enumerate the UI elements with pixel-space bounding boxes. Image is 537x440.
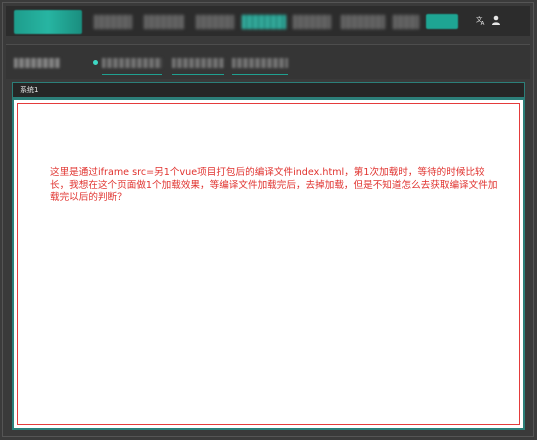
nav-item-4-active[interactable] — [242, 15, 286, 29]
top-nav: 文A — [6, 6, 530, 36]
iframe-container: 这里是通过iframe src=另1个vue项目打包后的编译文件index.ht… — [12, 98, 525, 430]
nav-item-3[interactable] — [196, 15, 234, 29]
system-tab-bar: 系统1 — [12, 82, 525, 98]
page-title — [14, 58, 60, 68]
app-logo — [14, 10, 82, 34]
nav-highlight-button[interactable] — [426, 14, 458, 29]
tab-3[interactable] — [232, 56, 288, 75]
annotation-message: 这里是通过iframe src=另1个vue项目打包后的编译文件index.ht… — [50, 167, 498, 203]
tab-2[interactable] — [172, 56, 224, 75]
nav-item-1[interactable] — [94, 15, 132, 29]
nav-item-6[interactable] — [341, 15, 385, 29]
nav-item-7[interactable] — [393, 15, 419, 29]
translate-icon[interactable]: 文A — [476, 14, 487, 30]
active-tab-dot-icon — [93, 60, 98, 65]
nav-item-2[interactable] — [144, 15, 184, 29]
svg-text:A: A — [481, 21, 485, 26]
nav-item-5[interactable] — [293, 15, 331, 29]
system-tab-label[interactable]: 系统1 — [20, 85, 38, 95]
user-icon[interactable] — [491, 15, 501, 29]
annotation-box: 这里是通过iframe src=另1个vue项目打包后的编译文件index.ht… — [17, 103, 520, 425]
sub-header — [6, 44, 530, 79]
tab-1[interactable] — [102, 56, 162, 75]
